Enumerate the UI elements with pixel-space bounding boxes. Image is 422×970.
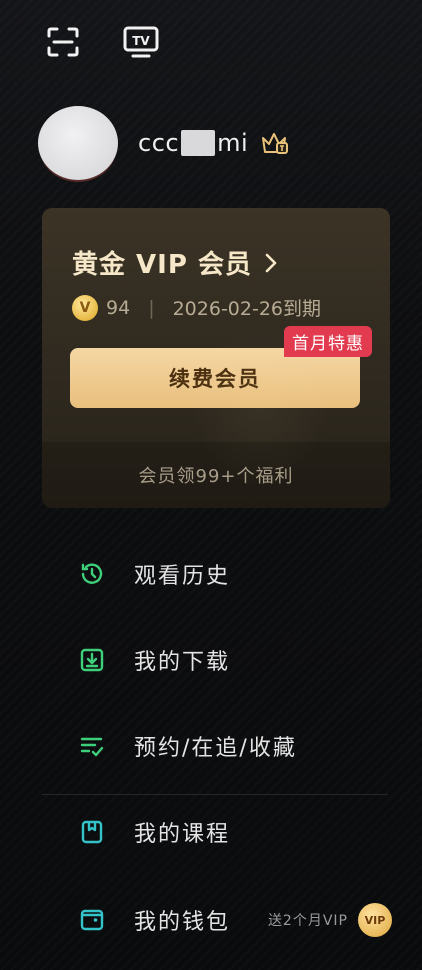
- tv-cast-button[interactable]: TV: [122, 24, 160, 60]
- promo-badge: 首月特惠: [284, 326, 372, 357]
- menu-label: 观看历史: [134, 564, 231, 589]
- vip-card[interactable]: 黄金 VIP 会员 V 94 | 2026-02-26到期 首月特惠 续费会员 …: [42, 208, 390, 508]
- vip-expiry: 2026-02-26到期: [172, 298, 322, 320]
- meta-separator: |: [148, 296, 155, 319]
- menu-divider: [42, 794, 388, 795]
- vip-title[interactable]: 黄金 VIP 会员: [72, 244, 278, 281]
- scan-button[interactable]: [44, 24, 82, 60]
- menu-label: 我的课程: [134, 822, 231, 847]
- menu-item-reservations[interactable]: 预约/在追/收藏: [78, 730, 297, 762]
- profile-screen: TV ccc mi 黄金 VIP 会员 V 94 | 2026-02-26到期 …: [0, 0, 422, 970]
- menu-label: 我的下载: [134, 650, 231, 675]
- tv-icon: TV: [123, 26, 159, 58]
- v-coin-icon: V: [72, 294, 98, 321]
- vip-title-text: 黄金 VIP 会员: [72, 250, 252, 280]
- download-icon: [78, 646, 106, 674]
- scan-icon: [47, 27, 79, 57]
- top-toolbar: TV: [44, 24, 160, 60]
- vip-crown-badge-icon: [262, 133, 289, 154]
- clock-history-icon: [78, 560, 106, 588]
- username: ccc mi: [138, 129, 290, 157]
- username-prefix: ccc: [138, 129, 180, 157]
- menu-item-downloads[interactable]: 我的下载: [78, 644, 230, 676]
- wallet-promo-group[interactable]: 送2个月VIP VIP: [268, 903, 392, 937]
- username-suffix: mi: [217, 129, 249, 157]
- menu-label: 预约/在追/收藏: [134, 736, 297, 761]
- user-profile[interactable]: ccc mi: [38, 106, 290, 180]
- menu-item-watch-history[interactable]: 观看历史: [78, 558, 230, 590]
- vip-coin-icon: VIP: [358, 903, 392, 937]
- svg-text:TV: TV: [132, 34, 150, 48]
- wallet-promo-text: 送2个月VIP: [267, 913, 348, 929]
- benefits-link[interactable]: 会员领99+个福利: [42, 442, 390, 508]
- vip-meta: V 94 | 2026-02-26到期: [72, 294, 321, 321]
- avatar[interactable]: [38, 106, 118, 180]
- menu-label: 我的钱包: [134, 910, 231, 935]
- chevron-right-icon: [265, 253, 277, 272]
- renew-membership-button[interactable]: 续费会员: [70, 348, 360, 408]
- menu-item-courses[interactable]: 我的课程: [78, 816, 230, 848]
- vip-points: 94: [106, 296, 131, 319]
- wallet-icon: [78, 906, 106, 934]
- bookmark-book-icon: [78, 818, 106, 846]
- list-check-icon: [78, 732, 106, 760]
- username-redacted: [181, 130, 216, 156]
